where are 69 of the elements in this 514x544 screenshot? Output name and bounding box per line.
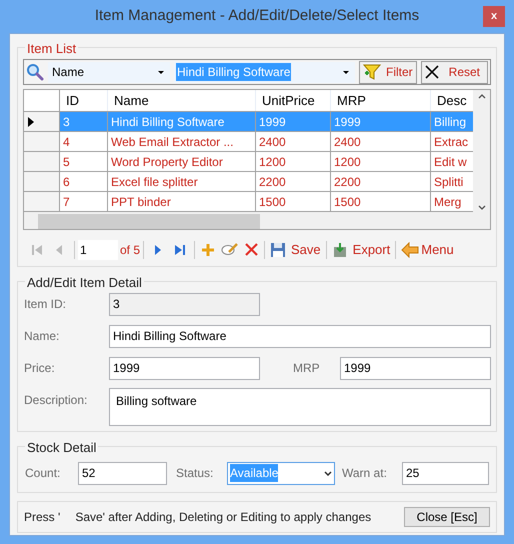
table-cell: 5 — [60, 152, 108, 171]
close-button[interactable]: Close [Esc] — [404, 507, 490, 527]
close-button[interactable]: x — [483, 6, 505, 27]
scroll-up-icon[interactable] — [478, 94, 486, 99]
field-label: Warn at: — [342, 466, 387, 480]
field-label: Count: — [25, 466, 60, 480]
reset-button[interactable]: Reset — [420, 60, 488, 84]
table-cell: 2400 — [331, 132, 431, 151]
field-label: Description: — [24, 393, 88, 407]
field-dropdown[interactable]: Name — [48, 62, 170, 82]
row-pointer-icon — [28, 116, 34, 126]
table-cell: Web Email Extractor ... — [108, 132, 256, 151]
table-cell: 2400 — [256, 132, 331, 151]
table-cell: 2200 — [331, 172, 431, 191]
export-button[interactable]: Export — [330, 240, 392, 260]
last-page-icon[interactable] — [174, 244, 186, 256]
table-cell: 1999 — [256, 112, 331, 131]
table-cell: 1200 — [256, 152, 331, 171]
menu-button[interactable]: Menu — [399, 240, 456, 260]
table-cell: 2200 — [256, 172, 331, 191]
add-icon[interactable] — [201, 242, 216, 256]
save-button[interactable]: Save — [268, 240, 323, 260]
table-cell: 1500 — [331, 192, 431, 211]
scroll-down-icon[interactable] — [478, 205, 486, 210]
table-cell: 7 — [60, 192, 108, 211]
text-field[interactable]: 1999 — [340, 356, 491, 380]
text-field[interactable]: 1999 — [109, 356, 260, 380]
hint-text: Save' after Adding, Deleting or Editing to apply changes — [75, 509, 372, 526]
text-field[interactable]: 52 — [78, 462, 167, 484]
delete-icon[interactable] — [245, 243, 258, 256]
dropdown-arrow-icon — [343, 70, 349, 74]
column-header[interactable]: ID — [60, 90, 108, 111]
row-header[interactable] — [24, 112, 60, 131]
column-header[interactable]: Name — [108, 90, 256, 111]
field-label: Name: — [24, 329, 60, 343]
text-field[interactable]: 25 — [402, 462, 489, 484]
dropdown-arrow-icon — [158, 70, 164, 74]
field-label: Status: — [176, 466, 214, 480]
table-cell: Word Property Editor — [108, 152, 256, 171]
table-cell: Hindi Billing Software — [108, 112, 256, 131]
table-cell: 1999 — [331, 112, 431, 131]
page-count: of 5 — [120, 242, 140, 258]
hint-text: Press ' — [24, 509, 60, 526]
filter-button[interactable]: Filter — [359, 60, 417, 84]
table-cell: 1500 — [256, 192, 331, 211]
left-arrow-icon — [401, 242, 420, 258]
close-icon — [424, 65, 439, 79]
first-page-icon[interactable] — [31, 244, 43, 256]
funnel-icon — [363, 63, 381, 81]
window-title: Item Management - Add/Edit/Delete/Select Items — [94, 6, 420, 26]
edit-icon[interactable] — [221, 242, 240, 258]
search-icon — [26, 63, 44, 81]
table-cell: Excel file splitter — [108, 172, 256, 191]
text-area[interactable]: Billing software — [109, 388, 491, 426]
column-header[interactable]: UnitPrice — [256, 90, 331, 111]
text-field[interactable]: 3 — [109, 292, 260, 316]
export-icon — [332, 242, 348, 258]
field-label: MRP — [293, 361, 320, 375]
chevron-down-icon — [324, 470, 332, 476]
table-cell: 6 — [60, 172, 108, 191]
table-cell: 3 — [60, 112, 108, 131]
column-header[interactable]: MRP — [331, 90, 431, 111]
field-label: Item ID: — [24, 297, 66, 311]
table-cell: 4 — [60, 132, 108, 151]
text-field[interactable]: Hindi Billing Software — [109, 324, 491, 348]
table-cell: PPT binder — [108, 192, 256, 211]
page-field[interactable]: 1 — [78, 240, 118, 260]
table-cell: 1200 — [331, 152, 431, 171]
field-label: Price: — [24, 361, 55, 375]
